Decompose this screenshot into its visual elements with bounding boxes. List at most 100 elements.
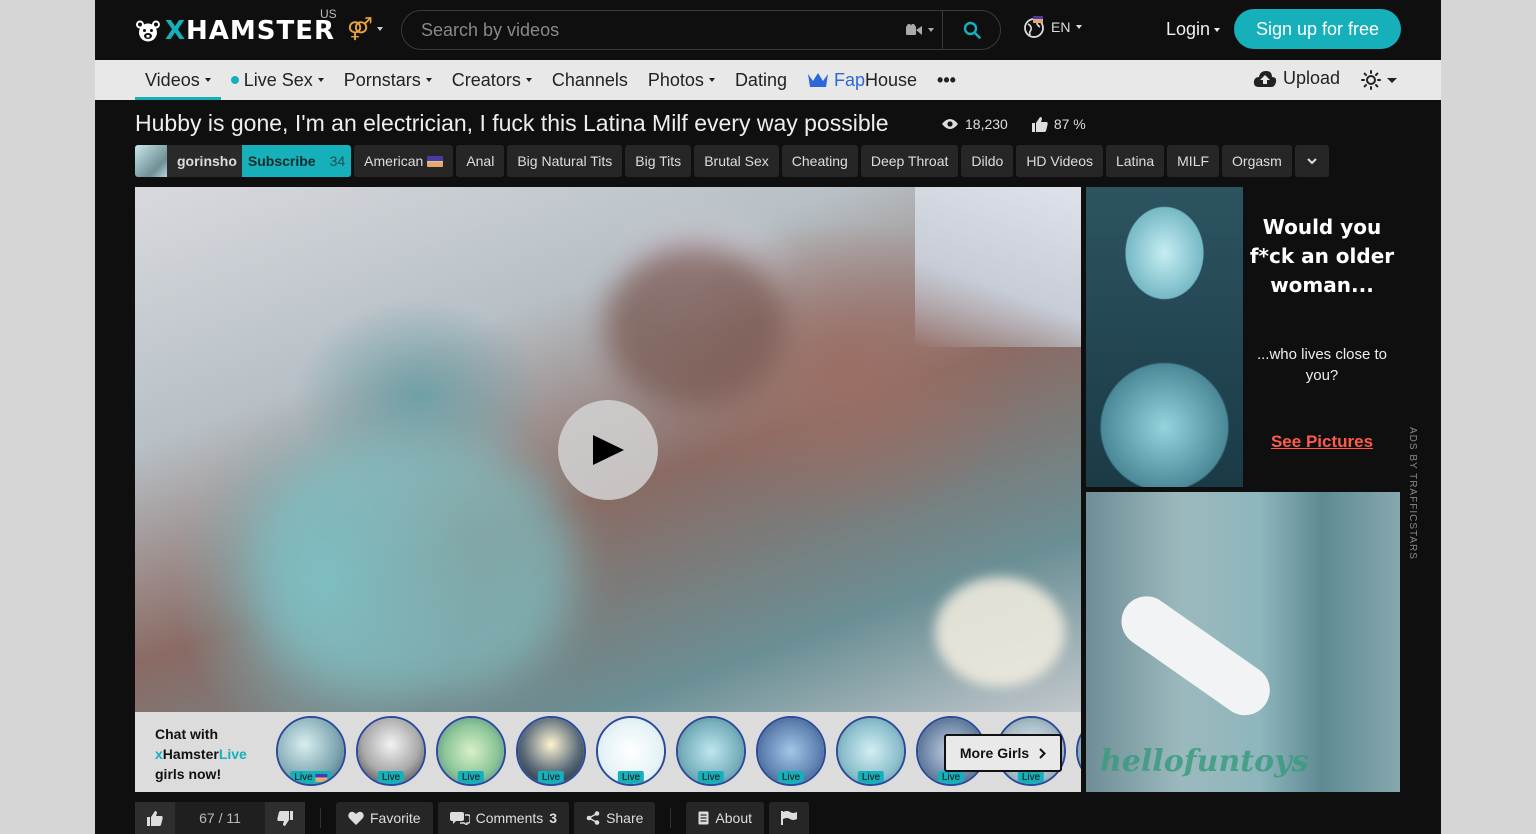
nav-item-pornstars[interactable]: Pornstars (334, 60, 442, 100)
favorite-button[interactable]: Favorite (336, 802, 433, 834)
tag-big-tits[interactable]: Big Tits (625, 145, 692, 177)
tag-hd-videos[interactable]: HD Videos (1016, 145, 1103, 177)
live-badge: Live (937, 771, 965, 784)
ad-banner-bottom[interactable]: hellofuntoys (1086, 492, 1400, 792)
tag-latina[interactable]: Latina (1105, 145, 1165, 177)
like-button[interactable] (135, 802, 175, 834)
comments-icon (449, 812, 470, 825)
tags-expand-button[interactable] (1294, 145, 1329, 177)
chevron-down-icon (525, 78, 532, 82)
nav-label: Videos (145, 69, 200, 90)
author-chip[interactable]: gorinsho Subscribe 34 (135, 145, 352, 177)
ad-cta-link[interactable]: See Pictures (1246, 432, 1398, 452)
sun-icon (1361, 70, 1381, 90)
faphouse-fap: Fap (833, 69, 865, 90)
subscribe-label: Subscribe (247, 153, 316, 169)
nav-item-creators[interactable]: Creators (442, 60, 542, 100)
signup-button[interactable]: Sign up for free (1234, 9, 1401, 49)
nav-label: Pornstars (343, 69, 421, 90)
more-girls-label: More Girls (959, 745, 1030, 761)
nav-label: Creators (451, 69, 521, 90)
comments-count: 3 (549, 810, 558, 826)
search-input[interactable] (402, 19, 898, 41)
live-girl-avatar[interactable]: Live (436, 716, 506, 786)
globe-icon (1024, 16, 1044, 38)
live-girl-avatar[interactable]: Live (836, 716, 906, 786)
login-button[interactable]: Login (1166, 19, 1221, 40)
comments-label: Comments (475, 810, 544, 826)
live-dot-icon (230, 76, 239, 84)
favorite-label: Favorite (370, 810, 421, 826)
video-player[interactable] (135, 187, 1081, 712)
live-promo-brand: xHamsterLive (155, 746, 247, 762)
live-promo-line: girls now! (155, 766, 222, 782)
nav-item-channels[interactable]: Channels (542, 60, 638, 100)
eye-icon (942, 119, 958, 129)
search-bar (401, 10, 1001, 50)
live-girl-avatar[interactable]: Live (516, 716, 586, 786)
chevron-right-icon (1039, 747, 1047, 759)
author-name: gorinsho (177, 153, 237, 169)
ad-banner-top[interactable]: Would you f*ck an older woman... ...who … (1086, 187, 1400, 487)
us-flag-icon (427, 155, 444, 167)
nav-more-button[interactable]: ••• (927, 60, 966, 100)
tag-anal[interactable]: Anal (456, 145, 505, 177)
about-label: About (715, 810, 753, 826)
nav-item-dating[interactable]: Dating (725, 60, 797, 100)
ad-brand-logo: hellofuntoys (1100, 744, 1309, 779)
upload-label: Upload (1283, 68, 1341, 88)
about-button[interactable]: About (686, 802, 765, 834)
nav-item-faphouse[interactable]: FapHouse (797, 60, 927, 100)
nav-label: Photos (647, 69, 704, 90)
thumbs-up-icon (147, 810, 163, 826)
language-selector[interactable]: EN (1023, 16, 1083, 38)
live-badge: Live (537, 771, 565, 784)
live-girl-avatar[interactable]: Live (356, 716, 426, 786)
tag-american[interactable]: American (354, 145, 454, 177)
live-girl-avatar[interactable]: Live (276, 716, 346, 786)
nav-label: Dating (734, 69, 787, 90)
upload-button[interactable]: Upload (1253, 68, 1340, 89)
dislike-button[interactable] (265, 802, 305, 834)
live-promo-line: Chat with (155, 726, 218, 742)
live-girl-avatar[interactable] (1076, 716, 1081, 786)
nav-item-photos[interactable]: Photos (638, 60, 725, 100)
live-girl-avatar[interactable]: Live (676, 716, 746, 786)
live-girl-avatar[interactable]: Live (756, 716, 826, 786)
video-frame-detail (255, 437, 575, 697)
video-camera-icon (906, 24, 922, 35)
search-type-selector[interactable] (898, 11, 942, 49)
gender-selector[interactable]: ⚤ (347, 14, 391, 44)
tag-big-natural-tits[interactable]: Big Natural Tits (507, 145, 623, 177)
live-badge: Live (777, 771, 805, 784)
chevron-down-icon (317, 78, 324, 82)
tag-orgasm[interactable]: Orgasm (1222, 145, 1292, 177)
share-button[interactable]: Share (574, 802, 656, 834)
tag-dildo[interactable]: Dildo (961, 145, 1014, 177)
more-girls-button[interactable]: More Girls (944, 734, 1062, 772)
nav-item-live-sex[interactable]: Live Sex (221, 60, 334, 100)
live-girl-avatar[interactable]: Live (596, 716, 666, 786)
subscribe-button[interactable]: Subscribe 34 (241, 145, 352, 177)
tag-cheating[interactable]: Cheating (781, 145, 858, 177)
play-button[interactable] (558, 400, 658, 500)
live-chat-promo[interactable]: Chat with xHamsterLive girls now! (155, 724, 247, 784)
live-girls-strip: Chat with xHamsterLive girls now! Live L… (135, 712, 1081, 792)
tag-brutal-sex[interactable]: Brutal Sex (694, 145, 779, 177)
theme-toggle[interactable] (1361, 70, 1397, 90)
tag-milf[interactable]: MILF (1167, 145, 1220, 177)
ad-image (1086, 187, 1243, 487)
logo[interactable]: XHAMSTER (135, 8, 335, 54)
subscriber-count: 34 (329, 153, 346, 169)
hamster-logo-icon (135, 20, 160, 42)
report-button[interactable] (769, 802, 810, 834)
page: XHAMSTER US ⚤ EN Login Sign up for free (95, 0, 1441, 834)
live-badge: Live (857, 771, 885, 784)
search-button[interactable] (942, 11, 1000, 49)
ads-by-label[interactable]: ADS BY TRAFFICSTARS (1404, 427, 1418, 577)
tag-deep-throat[interactable]: Deep Throat (860, 145, 959, 177)
ad-headline: Would you f*ck an older woman... (1249, 215, 1395, 297)
comments-button[interactable]: Comments 3 (437, 802, 570, 834)
nav-item-videos[interactable]: Videos (135, 60, 221, 100)
live-badge: Live (457, 771, 485, 784)
